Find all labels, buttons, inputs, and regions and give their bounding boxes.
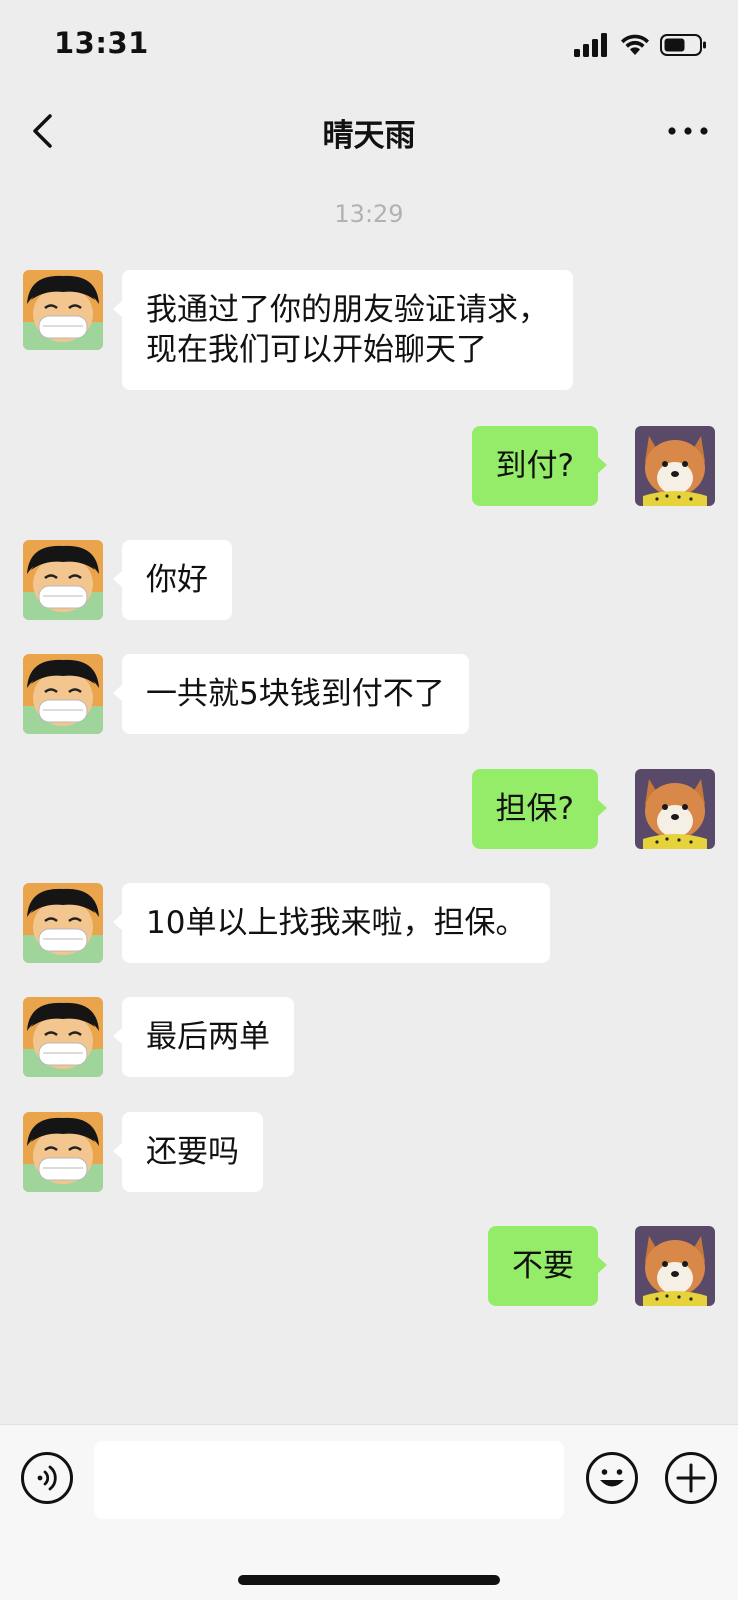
- shiba-dog-avatar-icon: [635, 426, 715, 506]
- message-bubble-incoming[interactable]: 你好: [113, 540, 232, 620]
- message-text: 最后两单: [146, 1019, 270, 1055]
- my-avatar[interactable]: [635, 426, 715, 506]
- more-button[interactable]: [668, 116, 708, 146]
- status-time: 13:31: [54, 26, 149, 60]
- message-bubble-incoming[interactable]: 最后两单: [113, 997, 294, 1077]
- voice-icon: [21, 1452, 73, 1504]
- contact-avatar[interactable]: [23, 997, 103, 1077]
- message-text: 10单以上找我来啦，担保。: [146, 905, 527, 941]
- contact-avatar[interactable]: [23, 1112, 103, 1192]
- input-bar: [0, 1424, 738, 1600]
- voice-button[interactable]: [20, 1451, 74, 1505]
- plus-button[interactable]: [664, 1451, 718, 1505]
- message-bubble-outgoing[interactable]: 不要: [488, 1226, 607, 1306]
- message-text: 一共就5块钱到付不了: [146, 676, 445, 712]
- cartoon-boy-avatar-icon: [23, 883, 103, 963]
- message-input[interactable]: [94, 1441, 564, 1519]
- message-text: 担保?: [495, 791, 574, 827]
- message-timestamp: 13:29: [334, 200, 404, 228]
- my-avatar[interactable]: [635, 1226, 715, 1306]
- cartoon-boy-avatar-icon: [23, 270, 103, 350]
- message-bubble-outgoing[interactable]: 担保?: [471, 769, 608, 849]
- status-bar: 13:31: [0, 0, 738, 90]
- message-bubble-incoming[interactable]: 10单以上找我来啦，担保。: [112, 883, 551, 963]
- contact-avatar[interactable]: [23, 654, 103, 734]
- cartoon-boy-avatar-icon: [23, 654, 103, 734]
- emoji-icon: [586, 1452, 638, 1504]
- message-text: 到付?: [495, 448, 574, 484]
- wifi-icon: [621, 34, 649, 55]
- signal-icon: [574, 33, 607, 57]
- chat-title: 晴天雨: [322, 118, 416, 154]
- emoji-button[interactable]: [585, 1451, 639, 1505]
- message-text: 不要: [512, 1248, 574, 1284]
- message-text-line: 现在我们可以开始聊天了: [146, 332, 487, 368]
- battery-icon: [660, 34, 706, 56]
- message-bubble-incoming[interactable]: 我通过了你的朋友验证请求， 现在我们可以开始聊天了: [113, 270, 573, 390]
- contact-avatar[interactable]: [23, 270, 103, 350]
- message-bubble-incoming[interactable]: 还要吗: [113, 1112, 263, 1192]
- contact-avatar[interactable]: [23, 883, 103, 963]
- message-bubble-outgoing[interactable]: 到付?: [471, 426, 608, 506]
- status-icons: [574, 30, 708, 60]
- my-avatar[interactable]: [635, 769, 715, 849]
- more-icon: [668, 127, 708, 135]
- nav-bar: 晴天雨: [0, 90, 738, 172]
- home-indicator: [238, 1575, 500, 1585]
- cartoon-boy-avatar-icon: [23, 1112, 103, 1192]
- shiba-dog-avatar-icon: [635, 1226, 715, 1306]
- shiba-dog-avatar-icon: [635, 769, 715, 849]
- message-text-line: 我通过了你的朋友验证请求，: [146, 292, 549, 328]
- message-bubble-incoming[interactable]: 一共就5块钱到付不了: [113, 654, 469, 734]
- cartoon-boy-avatar-icon: [23, 997, 103, 1077]
- message-text: 你好: [146, 562, 208, 598]
- message-text: 还要吗: [146, 1134, 239, 1170]
- contact-avatar[interactable]: [23, 540, 103, 620]
- plus-icon: [665, 1452, 717, 1504]
- cartoon-boy-avatar-icon: [23, 540, 103, 620]
